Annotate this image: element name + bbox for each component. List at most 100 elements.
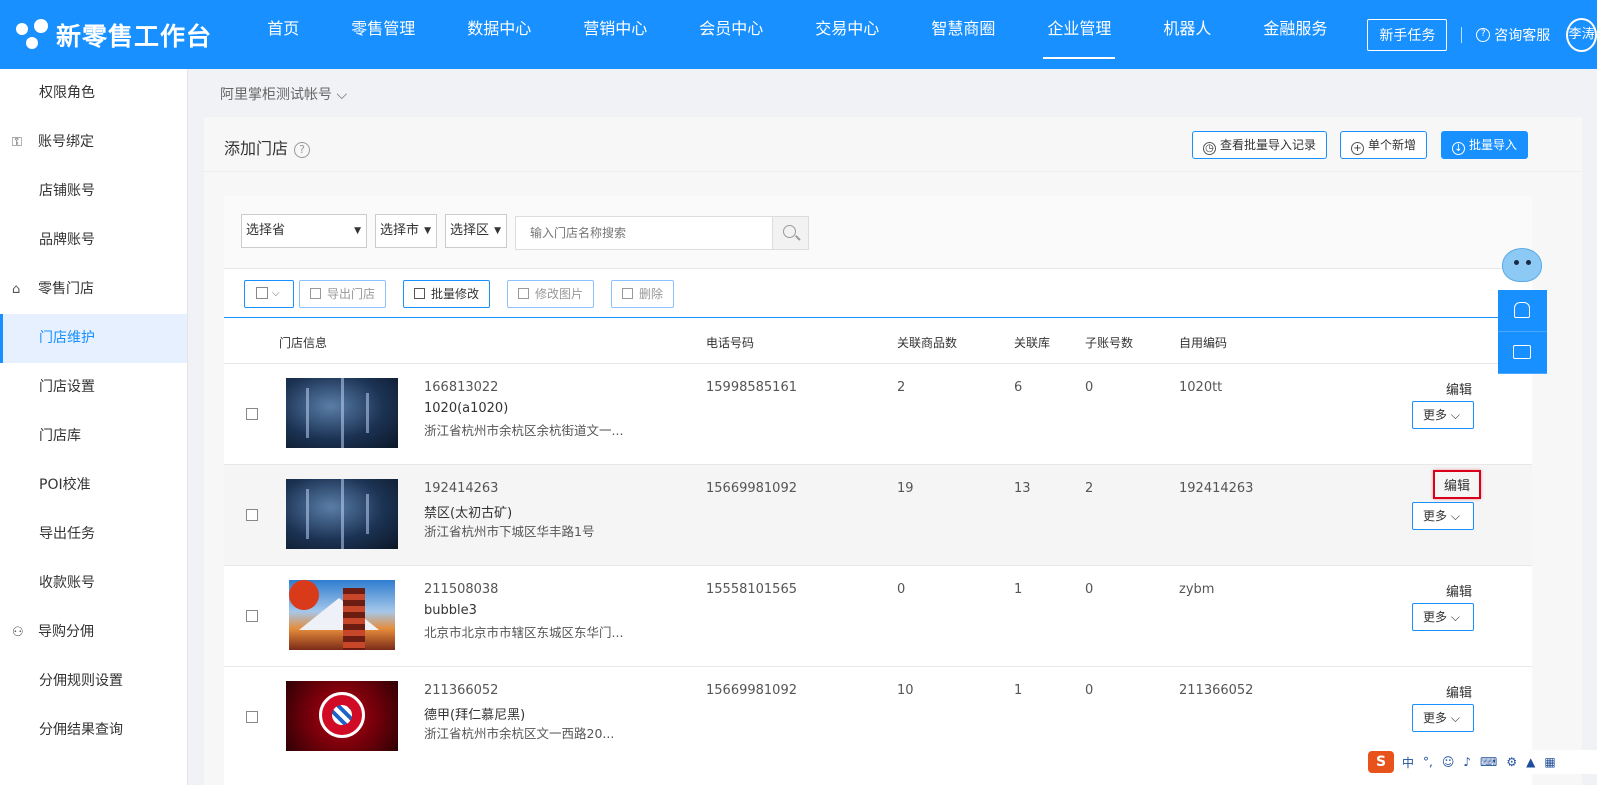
- headset-icon: ?: [1476, 27, 1491, 42]
- store-phone: 15669981092: [706, 481, 797, 496]
- keyboard-icon[interactable]: ⌨: [1480, 755, 1497, 769]
- store-panel: 添加门店? ◷ 查看批量导入记录 + 单个新增 ↓ 批量导入 选择省 ▼ 选择市 ▼ 选择…: [204, 117, 1582, 785]
- subaccount-count: 2: [1085, 481, 1094, 496]
- col-warehouse: 关联库: [1014, 336, 1051, 350]
- batch-edit-button[interactable]: 批量修改: [403, 280, 491, 308]
- divider: [1461, 26, 1463, 43]
- select-all-dropdown[interactable]: ⌵: [244, 280, 294, 308]
- avatar[interactable]: 李涛: [1566, 17, 1597, 52]
- sidebar-item-payment-account[interactable]: 收款账号: [0, 559, 187, 608]
- chat-button[interactable]: [1498, 332, 1547, 374]
- sidebar-item-brand-account[interactable]: 品牌账号: [0, 216, 187, 265]
- nav-retail[interactable]: 零售管理: [325, 0, 441, 69]
- nav-member[interactable]: 会员中心: [673, 0, 789, 69]
- edit-icon: [414, 288, 425, 299]
- nav-trade[interactable]: 交易中心: [789, 0, 905, 69]
- subaccount-count: 0: [1085, 582, 1094, 597]
- tools-icon[interactable]: ⚙: [1506, 755, 1517, 769]
- store-address: 浙江省杭州市下城区华丰路1号: [424, 524, 595, 539]
- nav-marketing[interactable]: 营销中心: [557, 0, 673, 69]
- nav-smart-district[interactable]: 智慧商圈: [905, 0, 1021, 69]
- export-stores-button[interactable]: 导出门店: [299, 280, 387, 308]
- sidebar-group-commission[interactable]: ⚇ 导购分佣: [0, 608, 187, 657]
- edit-link-highlighted[interactable]: 编辑: [1433, 470, 1482, 499]
- select-all-checkbox[interactable]: [256, 287, 268, 299]
- store-phone: 15669981092: [706, 683, 797, 698]
- custom-code: 1020tt: [1179, 380, 1223, 395]
- mount-fuji-image: [289, 580, 395, 650]
- sidebar-item-label: 门店库: [39, 428, 81, 444]
- sidebar-item-store-settings[interactable]: 门店设置: [0, 363, 187, 412]
- sidebar-item-poi-calibration[interactable]: POI校准: [0, 461, 187, 510]
- sidebar-item-roles[interactable]: 权限角色: [0, 69, 187, 118]
- help-icon[interactable]: ?: [294, 142, 311, 158]
- more-dropdown[interactable]: 更多 ⌵: [1412, 603, 1474, 631]
- sidebar-item-label: 收款账号: [39, 575, 95, 591]
- newbie-task-button[interactable]: 新手任务: [1367, 18, 1448, 51]
- row-checkbox[interactable]: [246, 408, 258, 420]
- brand[interactable]: 新零售工作台: [14, 17, 241, 53]
- warehouse-count: 1: [1014, 683, 1023, 698]
- search-input[interactable]: [516, 217, 772, 249]
- delete-button[interactable]: 删除: [611, 280, 675, 308]
- caret-down-icon: ▼: [424, 226, 431, 236]
- province-select[interactable]: 选择省 ▼: [241, 214, 367, 248]
- city-select[interactable]: 选择市 ▼: [375, 214, 437, 248]
- province-select-value: 选择省: [246, 223, 286, 238]
- store-id: 211508038: [424, 582, 499, 597]
- nav-robot[interactable]: 机器人: [1137, 0, 1237, 69]
- emoji-icon[interactable]: ☺: [1442, 755, 1455, 769]
- table-row: 192414263 禁区(太初古矿) 浙江省杭州市下城区华丰路1号 156699…: [224, 464, 1532, 565]
- world-map-image: [286, 479, 398, 549]
- store-search: [515, 216, 809, 250]
- nav-data-center[interactable]: 数据中心: [441, 0, 557, 69]
- nav-home[interactable]: 首页: [241, 0, 325, 69]
- edit-link[interactable]: 编辑: [1446, 682, 1472, 701]
- store-address: 浙江省杭州市余杭区余杭街道文一...: [424, 423, 624, 438]
- sogou-logo-icon[interactable]: S: [1368, 751, 1394, 773]
- notification-button[interactable]: [1498, 290, 1547, 332]
- import-history-button[interactable]: ◷ 查看批量导入记录: [1192, 131, 1328, 159]
- edit-image-label: 修改图片: [535, 287, 584, 301]
- edit-link[interactable]: 编辑: [1446, 581, 1472, 600]
- sidebar-item-store-maintenance[interactable]: 门店维护: [0, 314, 187, 363]
- sidebar-item-commission-rules[interactable]: 分佣规则设置: [0, 657, 187, 706]
- sidebar-group-account-binding[interactable]: ⚿ 账号绑定: [0, 118, 187, 167]
- row-checkbox[interactable]: [246, 610, 258, 622]
- warehouse-count: 13: [1014, 481, 1031, 496]
- goods-count: 0: [897, 582, 906, 597]
- sidebar-item-export-tasks[interactable]: 导出任务: [0, 510, 187, 559]
- sidebar-group-retail-stores[interactable]: ⌂ 零售门店: [0, 265, 187, 314]
- export-stores-label: 导出门店: [327, 287, 376, 301]
- table-header: 门店信息 电话号码 关联商品数 关联库 子账号数 自用编码: [224, 318, 1532, 363]
- sidebar-item-store-library[interactable]: 门店库: [0, 412, 187, 461]
- more-dropdown[interactable]: 更多 ⌵: [1412, 704, 1474, 732]
- more-dropdown[interactable]: 更多 ⌵: [1412, 502, 1474, 530]
- single-add-label: 单个新增: [1368, 138, 1417, 152]
- edit-link[interactable]: 编辑: [1446, 379, 1472, 398]
- district-select[interactable]: 选择区 ▼: [445, 214, 507, 248]
- grid-icon[interactable]: ▦: [1544, 755, 1555, 769]
- col-code: 自用编码: [1179, 336, 1228, 350]
- sidebar-item-commission-results[interactable]: 分佣结果查询: [0, 706, 187, 755]
- elephant-mascot-icon[interactable]: [1498, 246, 1547, 290]
- row-checkbox[interactable]: [246, 711, 258, 723]
- punctuation-icon[interactable]: °,: [1423, 755, 1433, 769]
- edit-image-button[interactable]: 修改图片: [507, 280, 595, 308]
- ime-mode[interactable]: 中: [1402, 754, 1414, 771]
- nav-enterprise[interactable]: 企业管理: [1021, 0, 1137, 69]
- search-button[interactable]: [772, 217, 808, 249]
- sidebar-item-shop-account[interactable]: 店铺账号: [0, 167, 187, 216]
- row-checkbox[interactable]: [246, 509, 258, 521]
- customer-service-link[interactable]: ? 咨询客服: [1476, 25, 1550, 45]
- table-row: 211508038 bubble3 北京市北京市市辖区东城区东华门... 155…: [224, 565, 1532, 666]
- more-dropdown[interactable]: 更多 ⌵: [1412, 401, 1474, 429]
- sidebar: 权限角色 ⚿ 账号绑定 店铺账号 品牌账号 ⌂ 零售门店 门店维护 门店设置 门店库…: [0, 69, 188, 785]
- account-selector[interactable]: 阿里掌柜测试帐号 ⌵: [220, 84, 347, 104]
- batch-import-button[interactable]: ↓ 批量导入: [1441, 131, 1529, 159]
- single-add-button[interactable]: + 单个新增: [1340, 131, 1428, 159]
- nav-finance[interactable]: 金融服务: [1237, 0, 1353, 69]
- skin-icon[interactable]: ▲: [1526, 755, 1535, 769]
- microphone-icon[interactable]: ♪: [1463, 755, 1471, 769]
- subaccount-count: 0: [1085, 683, 1094, 698]
